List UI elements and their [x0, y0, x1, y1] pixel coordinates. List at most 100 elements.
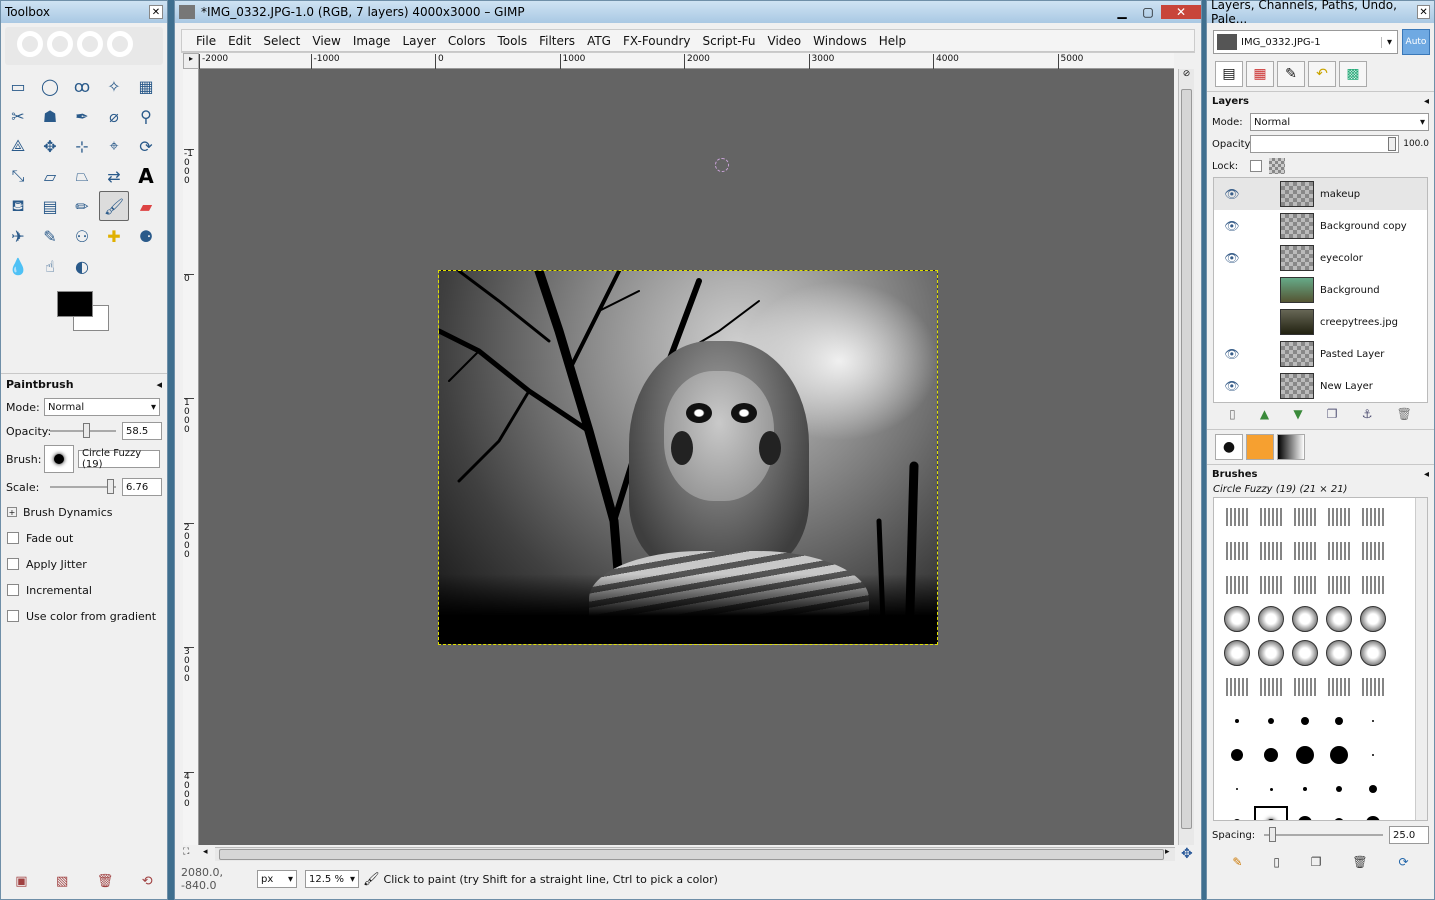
- brush-swatch[interactable]: [1356, 636, 1390, 670]
- brush-scrollbar[interactable]: [1415, 498, 1427, 820]
- scale-field[interactable]: 6.76: [122, 478, 162, 496]
- tab-gradients-icon[interactable]: [1277, 434, 1305, 460]
- brush-swatch[interactable]: [1254, 534, 1288, 568]
- tab-brushes-icon[interactable]: ●: [1215, 434, 1243, 460]
- brush-swatch[interactable]: [1254, 670, 1288, 704]
- mode-select[interactable]: Normal ▾: [44, 398, 160, 416]
- brush-swatch[interactable]: [1288, 772, 1322, 806]
- menu-colors[interactable]: Colors: [442, 34, 492, 48]
- layer-row[interactable]: 👁 eyecolor: [1214, 242, 1427, 274]
- measure-icon[interactable]: ⟁: [3, 131, 33, 161]
- delete-options-icon[interactable]: 🗑: [97, 874, 114, 889]
- tab-menu-icon[interactable]: ◂: [1424, 96, 1429, 107]
- foreground-select-icon[interactable]: ☗: [35, 101, 65, 131]
- tab-palettes-icon[interactable]: ▩: [1339, 61, 1367, 87]
- zoom-icon[interactable]: ⚲: [131, 101, 161, 131]
- raise-layer-icon[interactable]: ▲: [1260, 407, 1269, 421]
- close-icon[interactable]: ✕: [1161, 5, 1201, 19]
- layer-mode-select[interactable]: Normal ▾: [1250, 113, 1429, 131]
- use-gradient-checkbox[interactable]: Use color from gradient: [1, 603, 167, 629]
- canvas[interactable]: [199, 69, 1174, 845]
- apply-jitter-checkbox[interactable]: Apply Jitter: [1, 551, 167, 577]
- horizontal-scrollbar[interactable]: [215, 847, 1175, 861]
- brush-swatch[interactable]: [1356, 806, 1390, 820]
- brush-swatch[interactable]: [1220, 568, 1254, 602]
- brush-swatch[interactable]: [1288, 602, 1322, 636]
- duplicate-layer-icon[interactable]: ❐: [1327, 407, 1338, 421]
- restore-options-icon[interactable]: ▧: [56, 874, 68, 889]
- paths-icon[interactable]: ✒: [67, 101, 97, 131]
- brush-swatch[interactable]: [1288, 738, 1322, 772]
- brush-swatch[interactable]: [1220, 806, 1254, 820]
- flip-icon[interactable]: ⇄: [99, 161, 129, 191]
- menu-edit[interactable]: Edit: [222, 34, 257, 48]
- image-content[interactable]: [438, 270, 938, 645]
- brush-swatch[interactable]: [1322, 738, 1356, 772]
- paintbrush-icon[interactable]: 🖌: [99, 191, 129, 221]
- edit-brush-icon[interactable]: ✎: [1232, 855, 1242, 869]
- brush-swatch[interactable]: [1356, 738, 1390, 772]
- brush-swatch[interactable]: [1356, 568, 1390, 602]
- brush-swatch[interactable]: [1288, 704, 1322, 738]
- image-select[interactable]: IMG_0332.JPG-1 ▾: [1213, 30, 1398, 54]
- ellipse-select-icon[interactable]: ◯: [35, 71, 65, 101]
- slider-knob[interactable]: [1388, 137, 1397, 151]
- heal-icon[interactable]: ✚: [99, 221, 129, 251]
- brush-swatch[interactable]: [1322, 772, 1356, 806]
- fuzzy-select-icon[interactable]: ✧: [99, 71, 129, 101]
- brush-swatch[interactable]: [1220, 534, 1254, 568]
- align-icon[interactable]: ⊹: [67, 131, 97, 161]
- brush-swatch[interactable]: [1254, 772, 1288, 806]
- menu-select[interactable]: Select: [257, 34, 306, 48]
- fade-out-checkbox[interactable]: Fade out: [1, 525, 167, 551]
- brush-swatch[interactable]: [1322, 602, 1356, 636]
- maximize-icon[interactable]: ▢: [1135, 5, 1161, 19]
- shear-icon[interactable]: ▱: [35, 161, 65, 191]
- menu-help[interactable]: Help: [873, 34, 912, 48]
- navigate-icon[interactable]: ✥: [1181, 846, 1193, 862]
- visibility-eye-icon[interactable]: 👁: [1214, 187, 1250, 201]
- visibility-eye-icon[interactable]: 👁: [1214, 219, 1250, 233]
- horizontal-ruler[interactable]: -2000 -1000 0 1000 2000 3000 4000 5000: [199, 53, 1174, 69]
- new-layer-icon[interactable]: ▯: [1229, 407, 1236, 421]
- brush-dynamics-expander[interactable]: + Brush Dynamics: [1, 499, 167, 525]
- foreground-color[interactable]: [57, 291, 93, 317]
- spacing-field[interactable]: 25.0: [1389, 826, 1429, 844]
- clone-icon[interactable]: ⚇: [67, 221, 97, 251]
- menu-fx-foundry[interactable]: FX-Foundry: [617, 34, 697, 48]
- tab-layers-icon[interactable]: ▤: [1215, 61, 1243, 87]
- anchor-layer-icon[interactable]: ⚓: [1362, 407, 1373, 421]
- menu-filters[interactable]: Filters: [533, 34, 581, 48]
- menu-video[interactable]: Video: [762, 34, 808, 48]
- slider-knob[interactable]: [1268, 827, 1276, 842]
- scroll-thumb[interactable]: [1181, 89, 1192, 829]
- scissors-icon[interactable]: ✂: [3, 101, 33, 131]
- color-picker-icon[interactable]: ⌀: [99, 101, 129, 131]
- delete-layer-icon[interactable]: 🗑: [1397, 407, 1412, 421]
- brush-swatch[interactable]: [1322, 636, 1356, 670]
- menu-view[interactable]: View: [306, 34, 346, 48]
- delete-brush-icon[interactable]: 🗑: [1352, 855, 1367, 869]
- blur-icon[interactable]: 💧: [3, 251, 33, 281]
- ruler-corner-icon[interactable]: ▸: [183, 53, 199, 69]
- scale-icon[interactable]: ⤡: [3, 161, 33, 191]
- brush-swatch[interactable]: [1322, 806, 1356, 820]
- auto-button[interactable]: Auto: [1402, 29, 1430, 55]
- color-select-icon[interactable]: ▦: [131, 71, 161, 101]
- save-options-icon[interactable]: ▣: [15, 874, 27, 889]
- brush-swatch[interactable]: [1220, 636, 1254, 670]
- bucket-fill-icon[interactable]: ⛾: [3, 191, 33, 221]
- menu-layer[interactable]: Layer: [396, 34, 441, 48]
- brush-swatch[interactable]: [1288, 534, 1322, 568]
- brush-swatch[interactable]: [1356, 772, 1390, 806]
- menu-file[interactable]: File: [190, 34, 222, 48]
- menu-windows[interactable]: Windows: [807, 34, 873, 48]
- brush-swatch[interactable]: [1254, 704, 1288, 738]
- close-icon[interactable]: ✕: [149, 5, 163, 19]
- brush-grid[interactable]: [1213, 497, 1428, 821]
- tab-patterns-icon[interactable]: [1246, 434, 1274, 460]
- zoom-navigate-icon[interactable]: ⊘: [1179, 69, 1194, 87]
- brush-swatch[interactable]: [1254, 636, 1288, 670]
- brush-swatch[interactable]: [1288, 568, 1322, 602]
- spacing-slider[interactable]: [1264, 827, 1383, 842]
